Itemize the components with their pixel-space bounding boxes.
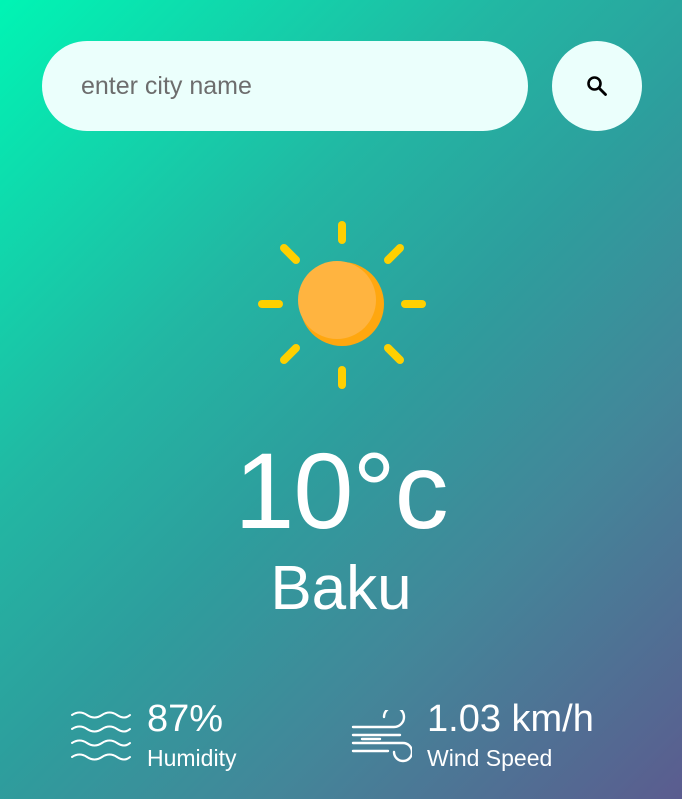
sun-icon	[255, 218, 429, 392]
city-name: Baku	[270, 554, 412, 623]
wind-speed-label: Wind Speed	[427, 745, 553, 771]
wind-speed-value: 1.03 km/h	[427, 698, 594, 740]
search-bar	[42, 41, 528, 131]
humidity-value: 87%	[147, 698, 224, 740]
humidity-text: 87% Humidity	[147, 700, 236, 770]
humidity-detail: 87% Humidity	[70, 700, 236, 771]
wind-detail: 1.03 km/h Wind Speed	[350, 700, 594, 775]
weather-card: 10°c Baku 87% Humidity	[0, 0, 682, 799]
search-input[interactable]	[79, 70, 503, 102]
search-button[interactable]	[552, 41, 642, 131]
wind-text: 1.03 km/h Wind Speed	[427, 700, 594, 770]
humidity-label: Humidity	[147, 745, 237, 771]
humidity-waves-icon	[70, 710, 132, 771]
wind-icon	[350, 705, 414, 775]
search-icon	[586, 75, 608, 97]
temperature: 10°c	[234, 430, 448, 551]
